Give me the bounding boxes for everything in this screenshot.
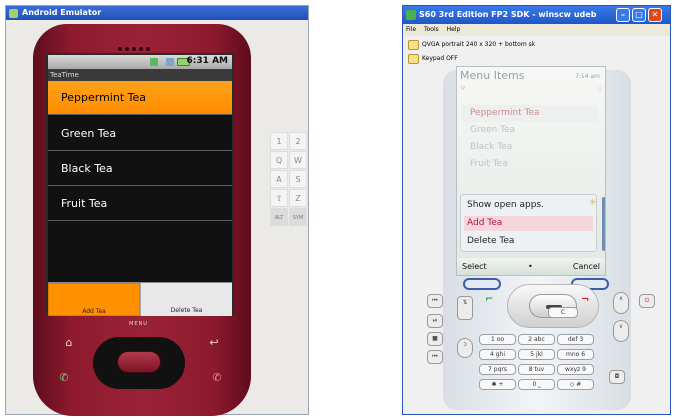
call-icon[interactable]: ⌐ bbox=[485, 294, 493, 305]
screen-time: 7:14 am bbox=[575, 73, 600, 80]
keyboard-key[interactable]: 2 bbox=[289, 132, 307, 150]
softkey-bar: Select • Cancel bbox=[457, 258, 605, 275]
list-item[interactable]: Fruit Tea bbox=[462, 156, 598, 173]
keypad-key[interactable]: ◇ # bbox=[557, 379, 594, 390]
keypad-label: Keypad OFF bbox=[422, 55, 458, 62]
keypad-key[interactable]: 2 abc bbox=[518, 334, 555, 345]
options-popup: Show open apps. ✳ Add Tea Delete Tea bbox=[460, 194, 605, 252]
app-title: TeaTime bbox=[48, 69, 232, 81]
list-item[interactable]: Black Tea bbox=[462, 139, 598, 156]
select-softkey[interactable]: Select bbox=[462, 258, 487, 275]
camera-icon[interactable]: ◘ bbox=[609, 370, 625, 384]
delete-tea-item[interactable]: Delete Tea bbox=[464, 234, 593, 249]
screen-title: Menu Items bbox=[460, 69, 525, 82]
menu-file[interactable]: File bbox=[406, 26, 416, 33]
home-icon[interactable]: ⌂ bbox=[58, 334, 80, 352]
list-item[interactable]: Peppermint Tea bbox=[48, 81, 232, 115]
keypad-key[interactable]: 8 tuv bbox=[518, 364, 555, 375]
keyboard-key[interactable]: Q bbox=[270, 151, 288, 169]
keyboard-key[interactable]: ALT bbox=[270, 208, 288, 226]
status-time: 6:31 AM bbox=[186, 56, 228, 66]
add-tea-menu-item[interactable]: Add Tea bbox=[48, 283, 140, 316]
s60-title-bar: S60 3rd Edition FP2 SDK - winscw udeb – … bbox=[403, 6, 670, 24]
keyboard-key[interactable]: A bbox=[270, 170, 288, 188]
android-keyboard-strip: 1 2 Q W A S ⇧ Z ALT SYM bbox=[270, 132, 312, 232]
down-side-key[interactable]: ∨ bbox=[613, 320, 629, 342]
keypad-key[interactable]: 1 ᴏᴏ bbox=[479, 334, 516, 345]
keypad-key[interactable]: mno 6 bbox=[557, 349, 594, 360]
popup-scrollbar[interactable] bbox=[602, 197, 605, 251]
s60-window-title: S60 3rd Edition FP2 SDK - winscw udeb bbox=[419, 10, 597, 19]
s60-menu-bar: File Tools Help bbox=[403, 24, 670, 36]
keypad-key[interactable]: wxyz 9 bbox=[557, 364, 594, 375]
close-icon[interactable]: ✕ bbox=[648, 8, 662, 22]
end-call-icon[interactable]: ¬ bbox=[581, 294, 589, 305]
voice-icon[interactable]: ↄ bbox=[457, 338, 473, 358]
rewind-icon[interactable]: ⏮ bbox=[427, 294, 443, 308]
android-emulator-window: Android Emulator 6:31 AM TeaTime Pepperm… bbox=[5, 5, 312, 416]
keyboard-key[interactable]: ⇧ bbox=[270, 189, 288, 207]
keypad-key[interactable]: 4 ghi bbox=[479, 349, 516, 360]
resolution-icon bbox=[408, 40, 419, 50]
power-icon[interactable]: ⏻ bbox=[639, 294, 655, 308]
add-tea-item[interactable]: Add Tea bbox=[464, 216, 593, 231]
trackball[interactable] bbox=[117, 351, 161, 373]
left-softkey-button[interactable] bbox=[463, 278, 501, 290]
signal-icon: Ψ bbox=[461, 86, 465, 92]
notification-icon bbox=[150, 58, 158, 66]
s60-screen: Menu Items 7:14 am Ψ ▯ Peppermint Tea Gr… bbox=[456, 66, 606, 276]
keyboard-key[interactable]: 1 bbox=[270, 132, 288, 150]
previous-track-icon[interactable]: ⏮ bbox=[427, 350, 443, 364]
middle-softkey[interactable]: • bbox=[528, 258, 533, 275]
list-item[interactable]: Black Tea bbox=[48, 152, 232, 186]
star-icon: ✳ bbox=[589, 198, 597, 208]
keypad-icon bbox=[408, 54, 419, 64]
up-side-key[interactable]: ∧ bbox=[613, 292, 629, 314]
keyboard-key[interactable]: W bbox=[289, 151, 307, 169]
signal-icon bbox=[166, 58, 174, 66]
show-open-apps-item[interactable]: Show open apps. bbox=[464, 198, 593, 213]
keypad-key[interactable]: ✱ + bbox=[479, 379, 516, 390]
maximize-icon[interactable]: □ bbox=[632, 8, 646, 22]
clear-key[interactable]: C bbox=[548, 307, 578, 318]
stop-icon[interactable]: ■ bbox=[427, 332, 443, 346]
cancel-softkey[interactable]: Cancel bbox=[573, 258, 600, 275]
keypad-key[interactable]: 7 pqrs bbox=[479, 364, 516, 375]
keypad-key[interactable]: 5 jkl bbox=[518, 349, 555, 360]
android-window-title: Android Emulator bbox=[22, 8, 102, 17]
status-bar: 6:31 AM bbox=[48, 55, 232, 69]
s60-emulator-window: S60 3rd Edition FP2 SDK - winscw udeb – … bbox=[402, 5, 671, 415]
end-call-icon[interactable]: ✆ bbox=[206, 369, 228, 387]
menu-key-label[interactable]: MENU bbox=[129, 321, 148, 327]
delete-tea-menu-item[interactable]: Delete Tea bbox=[140, 283, 232, 316]
resolution-label: QVGA portrait 240 x 320 + bottom sk bbox=[422, 41, 536, 48]
list-item[interactable]: Peppermint Tea bbox=[462, 105, 598, 122]
play-pause-icon[interactable]: ⏯ bbox=[427, 314, 443, 328]
keyboard-key[interactable]: Z bbox=[289, 189, 307, 207]
list-item[interactable]: Green Tea bbox=[48, 117, 232, 151]
menu-help[interactable]: Help bbox=[447, 26, 461, 33]
earpiece-speaker bbox=[118, 36, 158, 51]
android-app-icon bbox=[9, 9, 18, 18]
battery-icon: ▯ bbox=[598, 86, 601, 92]
resolution-tool[interactable]: QVGA portrait 240 x 320 + bottom sk bbox=[406, 39, 535, 51]
list-item[interactable]: Fruit Tea bbox=[48, 187, 232, 221]
menu-tools[interactable]: Tools bbox=[424, 26, 439, 33]
list-item[interactable]: Green Tea bbox=[462, 122, 598, 139]
keypad-tool[interactable]: Keypad OFF bbox=[406, 53, 458, 65]
android-screen: 6:31 AM TeaTime Peppermint Tea Green Tea… bbox=[46, 53, 234, 316]
android-title-bar: Android Emulator bbox=[6, 6, 308, 20]
keyboard-key[interactable]: S bbox=[289, 170, 307, 188]
android-phone-body: 6:31 AM TeaTime Peppermint Tea Green Tea… bbox=[33, 24, 251, 416]
s60-app-icon bbox=[406, 10, 416, 20]
keypad-key[interactable]: 0 ⎵ bbox=[518, 379, 555, 390]
minimize-icon[interactable]: – bbox=[616, 8, 630, 22]
edit-icon[interactable]: ⇅ bbox=[457, 296, 473, 320]
back-icon[interactable]: ↩ bbox=[203, 334, 225, 352]
keypad-key[interactable]: def 3 bbox=[557, 334, 594, 345]
call-icon[interactable]: ✆ bbox=[53, 369, 75, 387]
keyboard-key[interactable]: SYM bbox=[289, 208, 307, 226]
options-menu: Add Tea Delete Tea bbox=[48, 282, 232, 316]
